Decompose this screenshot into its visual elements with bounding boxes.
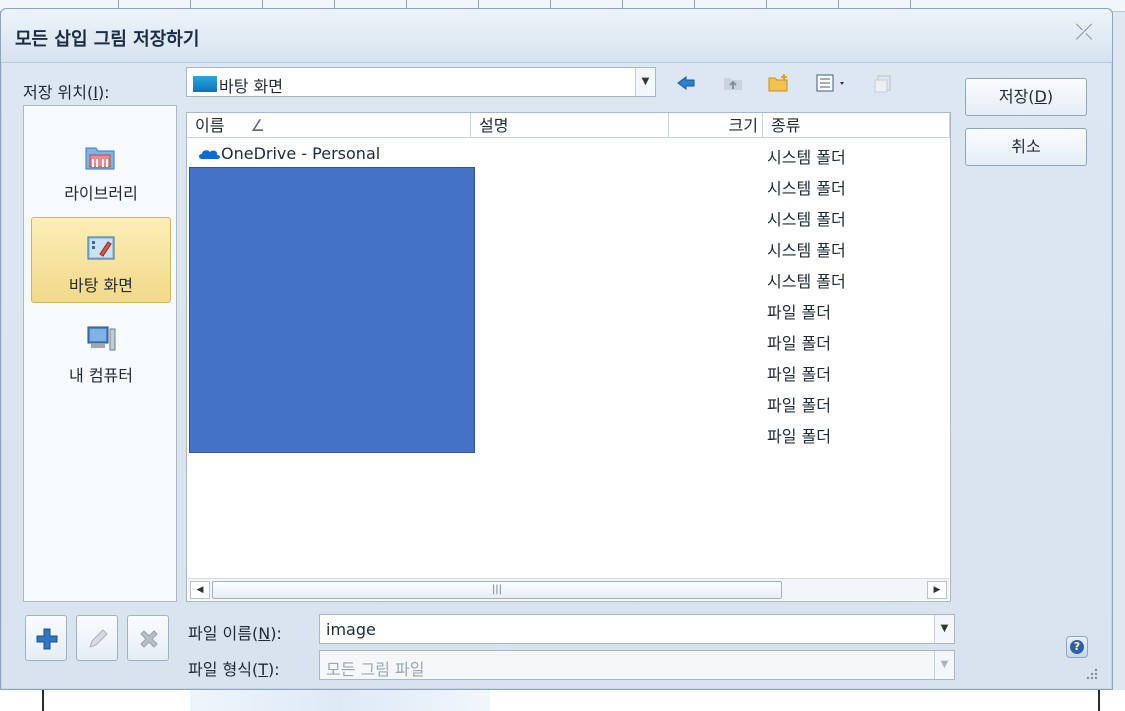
delete-place-button[interactable] [127,615,169,661]
dialog-title: 모든 삽입 그림 저장하기 [15,29,200,50]
file-name: OneDrive - Personal [221,144,381,163]
background-document [0,690,1125,711]
file-type: 시스템 폴더 [767,210,846,229]
file-type: 파일 폴더 [767,334,831,353]
file-type: 시스템 폴더 [767,241,846,260]
file-type: 시스템 폴더 [767,179,846,198]
cancel-button[interactable]: 취소 [965,128,1087,166]
filetype-label: 파일 형식(T): [188,660,280,679]
redacted-region [189,167,475,453]
save-location-combo[interactable]: 바탕 화면 ▼ [186,67,656,97]
edit-pencil-icon [89,629,108,648]
chevron-down-icon[interactable]: ▼ [635,68,655,96]
scrollbar-thumb[interactable]: ||| [212,581,782,599]
place-library[interactable]: 라이브러리 [31,126,171,212]
onedrive-cloud-icon [199,150,220,159]
edit-place-button[interactable] [76,615,118,661]
computer-icon [87,326,116,351]
column-header-name[interactable]: 이름 ∠ [187,113,471,138]
file-type: 파일 폴더 [767,365,831,384]
title-bar: 모든 삽입 그림 저장하기 ⤫ [1,9,1112,63]
desktop-icon [87,236,115,260]
save-location-value: 바탕 화면 [219,77,283,96]
new-folder-icon[interactable] [767,72,789,94]
help-icon[interactable]: ? [1066,636,1088,658]
filename-value: image [326,620,376,639]
place-label: 바탕 화면 [69,276,133,295]
filename-input[interactable]: image ▼ [319,614,955,644]
save-button[interactable]: 저장(D) [965,78,1087,116]
add-icon [36,628,58,650]
add-place-button[interactable] [25,615,67,661]
places-bar: 라이브러리 바탕 화면 내 컴퓨터 [23,105,177,602]
view-menu-icon[interactable] [815,72,853,94]
column-header-size[interactable]: 크기 [669,113,763,138]
back-arrow-icon[interactable] [675,72,697,94]
place-label: 내 컴퓨터 [69,366,133,385]
resize-grip-icon[interactable] [1083,668,1099,680]
save-location-label: 저장 위치(I): [23,83,110,102]
copy-icon[interactable] [872,72,894,94]
file-type: 파일 폴더 [767,303,831,322]
delete-x-icon [140,630,158,648]
place-label: 라이브러리 [64,184,138,203]
column-header-description[interactable]: 설명 [471,113,669,138]
filename-label: 파일 이름(N): [188,624,282,643]
desktop-icon [193,76,217,92]
file-type: 시스템 폴더 [767,272,846,291]
file-type: 파일 폴더 [767,427,831,446]
column-header-type[interactable]: 종류 [763,113,950,138]
list-item[interactable]: OneDrive - Personal [197,144,380,163]
place-my-computer[interactable]: 내 컴퓨터 [31,308,171,394]
up-folder-icon[interactable] [722,72,744,94]
library-icon [85,147,115,170]
file-type: 시스템 폴더 [767,148,846,167]
file-type: 파일 폴더 [767,396,831,415]
scroll-right-icon[interactable]: ▶ [927,581,947,599]
chevron-down-icon[interactable]: ▼ [934,615,954,643]
horizontal-scrollbar[interactable]: ◀ ||| ▶ [188,578,949,600]
file-list[interactable]: 이름 ∠ 설명 크기 종류 OneDrive - Personal 시스템 폴더 … [186,112,951,602]
place-desktop[interactable]: 바탕 화면 [31,217,171,303]
close-icon[interactable]: ⤫ [1072,21,1096,45]
scroll-left-icon[interactable]: ◀ [190,581,210,599]
filetype-value: 모든 그림 파일 [326,660,425,679]
filetype-select[interactable]: 모든 그림 파일 ▼ [319,650,955,680]
chevron-down-icon[interactable]: ▼ [934,651,954,679]
